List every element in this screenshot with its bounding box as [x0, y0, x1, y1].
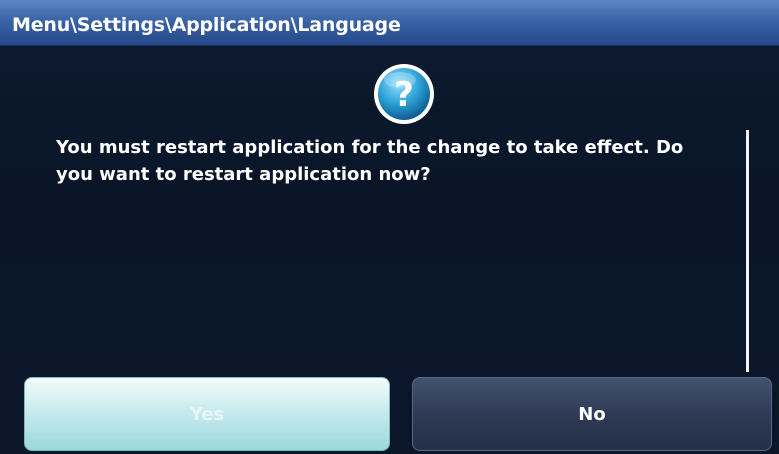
scrollbar[interactable] — [746, 130, 749, 372]
dialog-message: You must restart application for the cha… — [56, 137, 684, 185]
title-bar: Menu\Settings\Application\Language — [0, 0, 779, 46]
dialog-screen: Menu\Settings\Application\Language ? You… — [0, 0, 779, 454]
question-icon: ? — [372, 62, 436, 126]
no-button-label: No — [578, 403, 606, 425]
yes-button-label: Yes — [189, 403, 225, 425]
svg-text:?: ? — [394, 75, 414, 115]
breadcrumb-path: Menu\Settings\Application\Language — [12, 14, 401, 36]
no-button[interactable]: No — [412, 377, 772, 451]
yes-button[interactable]: Yes — [24, 377, 390, 451]
